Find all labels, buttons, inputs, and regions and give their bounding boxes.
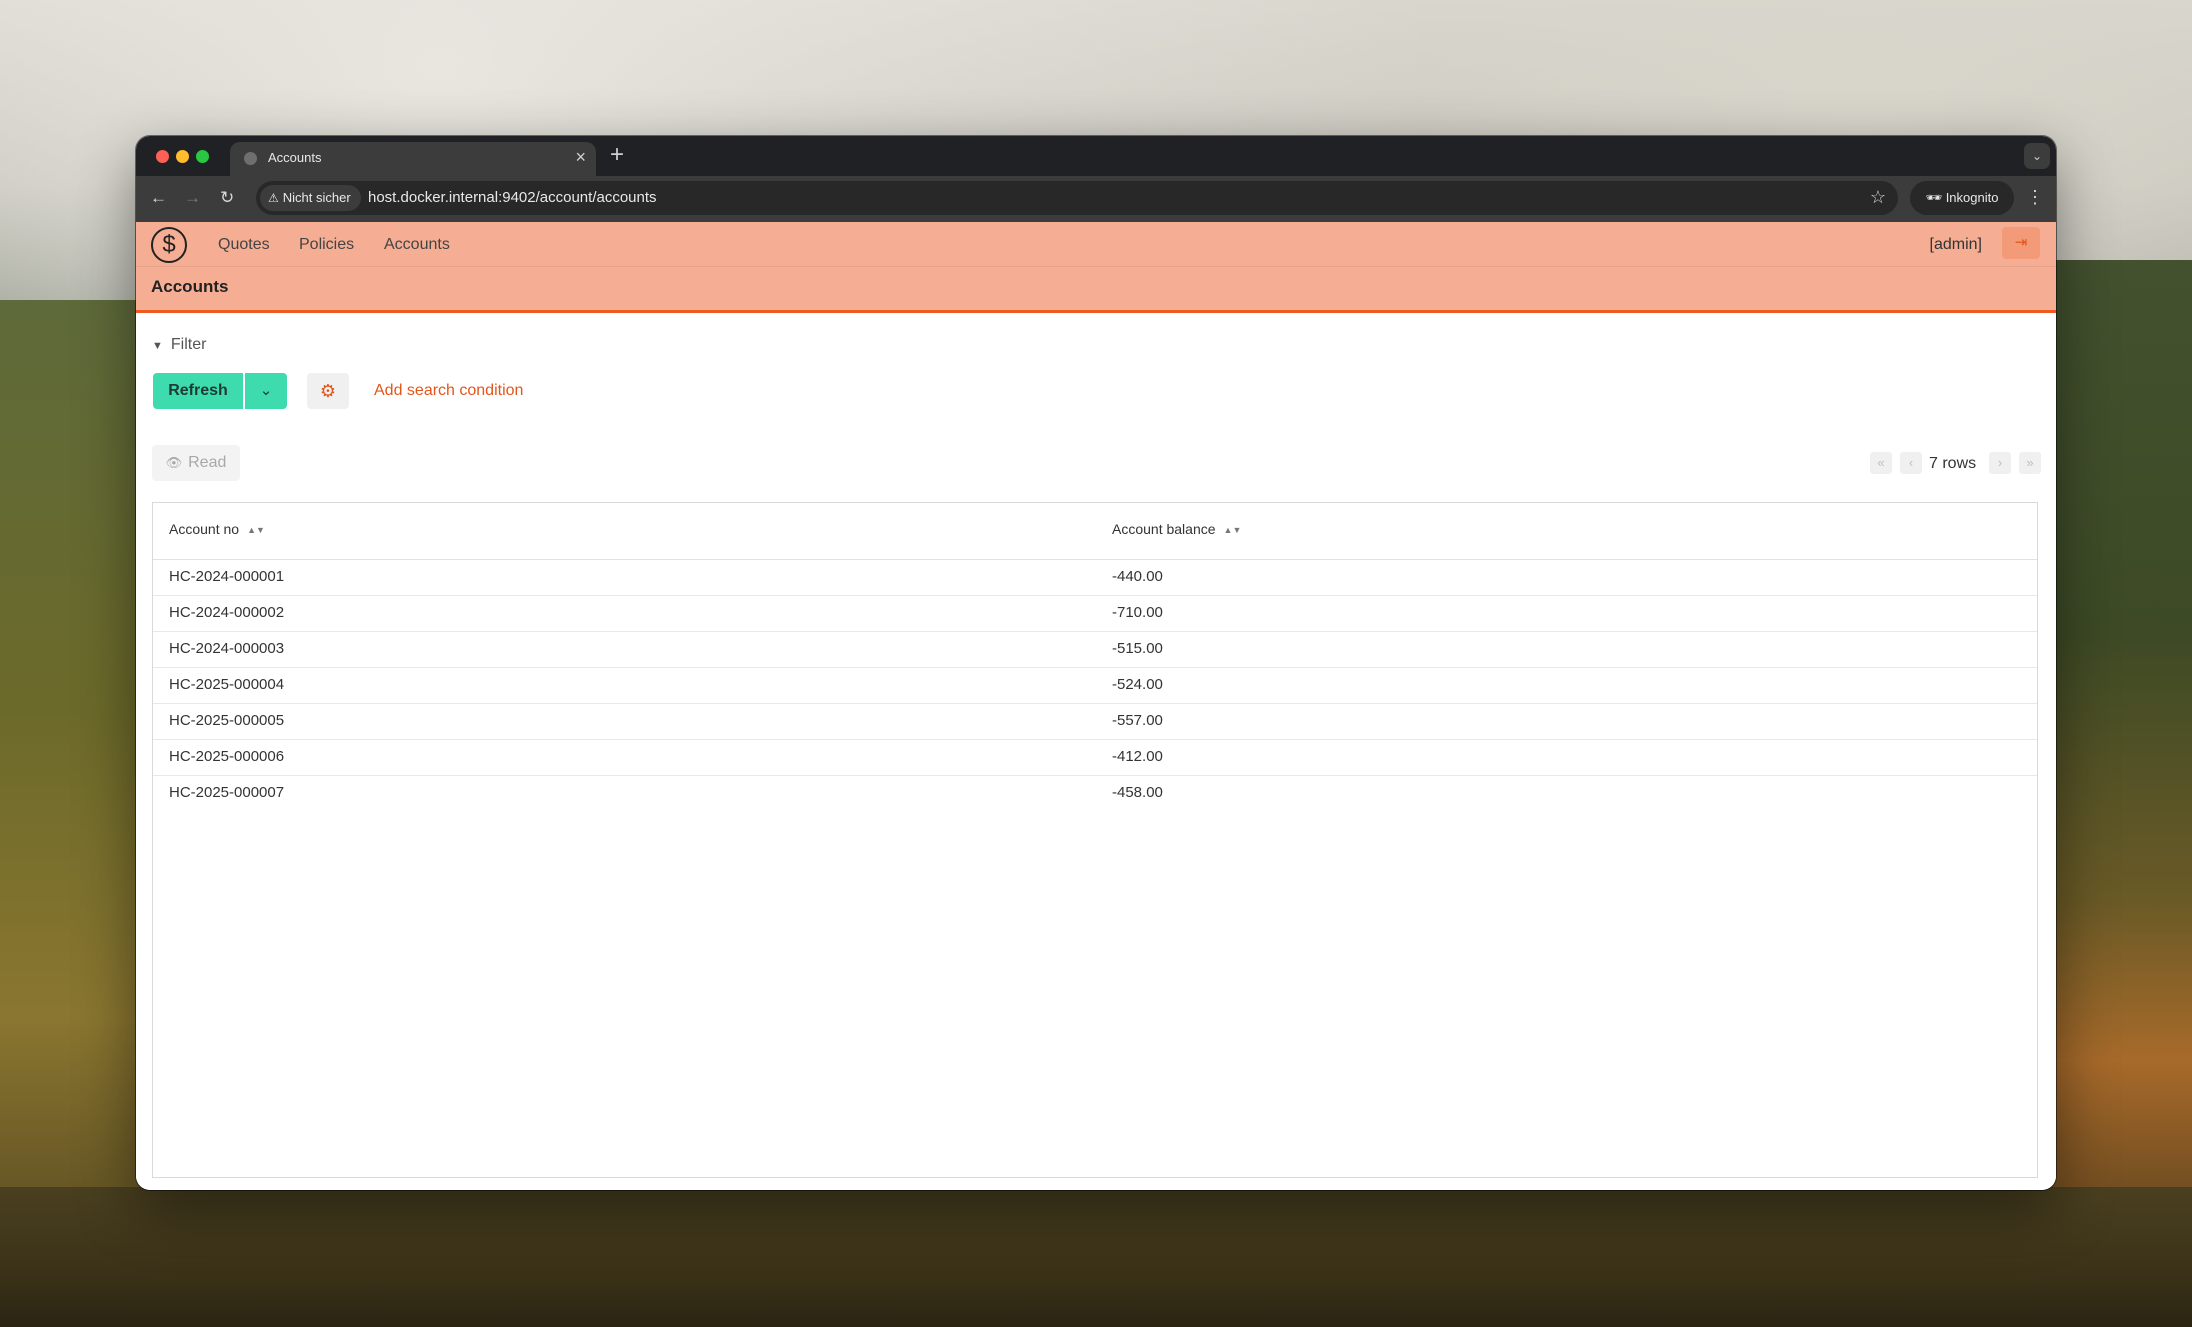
table-row[interactable]: HC-2024-000001 -440.00 — [153, 559, 2037, 596]
sort-icon[interactable]: ▲▼ — [1224, 525, 1242, 535]
filter-toggle[interactable]: ▼ Filter — [152, 336, 206, 354]
reload-icon[interactable]: ↻ — [220, 188, 234, 208]
table-row[interactable]: HC-2025-000007 -458.00 — [153, 775, 2037, 811]
page-title: Accounts — [151, 277, 229, 296]
browser-menu-icon[interactable]: ⋮ — [2026, 187, 2044, 207]
incognito-indicator[interactable]: 🕶 Inkognito — [1910, 181, 2014, 215]
incognito-label: Inkognito — [1945, 190, 1999, 205]
address-bar[interactable]: ⚠ Nicht sicher host.docker.internal:9402/… — [256, 181, 1898, 215]
nav-item-quotes[interactable]: Quotes — [218, 236, 270, 254]
table-row[interactable]: HC-2024-000003 -515.00 — [153, 631, 2037, 668]
chevron-down-icon: ⌄ — [259, 382, 273, 399]
filter-label: Filter — [170, 336, 207, 353]
incognito-icon: 🕶 — [1925, 190, 1943, 205]
close-window-button[interactable] — [156, 150, 169, 163]
refresh-button[interactable]: Refresh — [153, 373, 243, 409]
logout-icon: ⇥ — [2014, 234, 2028, 251]
url-text[interactable]: host.docker.internal:9402/account/accoun… — [368, 189, 657, 206]
refresh-dropdown-button[interactable]: ⌄ — [245, 373, 287, 409]
close-icon[interactable]: × — [575, 147, 586, 167]
column-label: Account no — [169, 521, 240, 537]
browser-window: Accounts × + ⌄ ← → ↻ ⚠ Nicht sicher host.… — [136, 136, 2056, 1190]
column-header-account-no[interactable]: Account no ▲▼ — [169, 521, 265, 537]
logout-button[interactable]: ⇥ — [2002, 227, 2040, 259]
background-foreground — [0, 1187, 2192, 1327]
background-hill-right — [2042, 260, 2192, 1327]
table-row[interactable]: HC-2025-000004 -524.00 — [153, 667, 2037, 704]
dollar-logo-icon[interactable]: $ — [151, 227, 187, 263]
account-no-cell: HC-2025-000007 — [169, 784, 285, 801]
sort-icon[interactable]: ▲▼ — [247, 525, 265, 535]
back-icon[interactable]: ← — [150, 188, 167, 208]
background-hill-left — [0, 300, 150, 1327]
account-balance-cell: -557.00 — [1112, 712, 1163, 729]
table-row[interactable]: HC-2025-000006 -412.00 — [153, 739, 2037, 776]
next-page-button[interactable]: › — [1989, 452, 2011, 474]
maximize-window-button[interactable] — [196, 150, 209, 163]
read-label: Read — [188, 454, 227, 471]
account-no-cell: HC-2025-000004 — [169, 676, 285, 693]
account-balance-cell: -412.00 — [1112, 748, 1163, 765]
account-no-cell: HC-2024-000003 — [169, 640, 285, 657]
browser-toolbar: ← → ↻ ⚠ Nicht sicher host.docker.internal… — [136, 176, 2056, 222]
account-no-cell: HC-2024-000002 — [169, 604, 285, 621]
account-no-cell: HC-2025-000006 — [169, 748, 285, 765]
account-balance-cell: -458.00 — [1112, 784, 1163, 801]
account-balance-cell: -440.00 — [1112, 568, 1163, 585]
read-button[interactable]: 👁 Read — [152, 445, 240, 481]
previous-page-button[interactable]: ‹ — [1900, 452, 1922, 474]
warning-icon: ⚠ — [268, 191, 279, 205]
forward-icon[interactable]: → — [184, 188, 201, 208]
account-no-cell: HC-2025-000005 — [169, 712, 285, 729]
star-icon[interactable]: ☆ — [1870, 187, 1886, 208]
column-label: Account balance — [1112, 521, 1216, 537]
globe-icon — [244, 152, 257, 165]
app-header: $ Quotes Policies Accounts [admin] ⇥ Acc… — [136, 222, 2056, 313]
account-balance-cell: -710.00 — [1112, 604, 1163, 621]
table-row[interactable]: HC-2024-000002 -710.00 — [153, 595, 2037, 632]
nav-item-accounts[interactable]: Accounts — [384, 236, 450, 254]
first-page-button[interactable]: « — [1870, 452, 1892, 474]
last-page-button[interactable]: » — [2019, 452, 2041, 474]
table-header: Account no ▲▼ Account balance ▲▼ — [153, 503, 2037, 560]
security-chip[interactable]: ⚠ Nicht sicher — [260, 185, 361, 211]
chevron-down-icon: ▼ — [152, 340, 163, 352]
add-search-condition-link[interactable]: Add search condition — [374, 382, 523, 400]
account-no-cell: HC-2024-000001 — [169, 568, 285, 585]
tab-bar: Accounts × + ⌄ — [136, 136, 2056, 176]
row-count: 7 rows — [1929, 455, 1977, 472]
column-header-account-balance[interactable]: Account balance ▲▼ — [1112, 521, 1241, 537]
page-viewport: $ Quotes Policies Accounts [admin] ⇥ Acc… — [136, 222, 2056, 1190]
browser-tab[interactable]: Accounts × — [230, 142, 596, 176]
eye-icon: 👁 — [165, 455, 183, 470]
minimize-window-button[interactable] — [176, 150, 189, 163]
security-label: Nicht sicher — [282, 190, 351, 205]
header-divider — [136, 266, 2056, 267]
account-balance-cell: -515.00 — [1112, 640, 1163, 657]
table-row[interactable]: HC-2025-000005 -557.00 — [153, 703, 2037, 740]
tab-search-button[interactable]: ⌄ — [2024, 143, 2050, 169]
new-tab-button[interactable]: + — [610, 142, 624, 168]
gear-icon: ⚙ — [319, 381, 337, 401]
nav-item-policies[interactable]: Policies — [299, 236, 354, 254]
account-balance-cell: -524.00 — [1112, 676, 1163, 693]
accounts-table: Account no ▲▼ Account balance ▲▼ HC-2024-0… — [152, 502, 2038, 1178]
settings-button[interactable]: ⚙ — [307, 373, 349, 409]
tab-title: Accounts — [268, 150, 322, 165]
user-label[interactable]: [admin] — [1930, 236, 1982, 254]
